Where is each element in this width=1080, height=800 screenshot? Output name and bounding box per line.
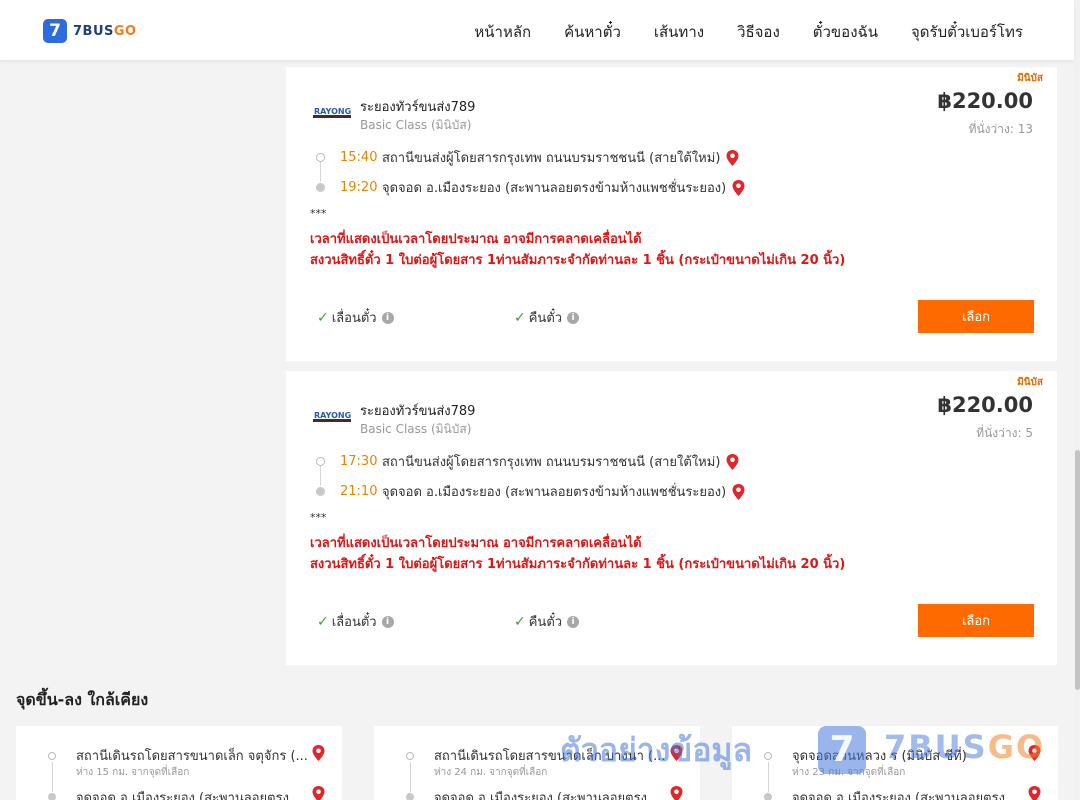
location-pin-icon[interactable] [726, 453, 739, 470]
nearby-to: จุดจอด อ.เมืองระยอง (สะพานลอยตรง... [434, 791, 660, 800]
feature-label: คืนตั๋ว [528, 311, 563, 326]
feature-refund: ✓ คืนตั๋ว i [514, 307, 580, 328]
departure-time: 17:30 [340, 454, 378, 469]
feature-refund: ✓ คืนตั๋ว i [514, 611, 580, 632]
arrival-dot-icon [316, 487, 325, 496]
nav-my-tickets[interactable]: ตั๋วของฉัน [813, 20, 878, 44]
arrival-place: จุดจอด อ.เมืองระยอง (สะพานลอยตรงข้ามห้าง… [382, 181, 727, 196]
feature-reschedule: ✓ เลื่อนตั๋ว i [317, 611, 394, 632]
location-pin-icon[interactable] [312, 786, 325, 800]
note-stars: *** [310, 511, 327, 524]
nav-home[interactable]: หน้าหลัก [474, 20, 531, 44]
check-icon: ✓ [317, 309, 329, 326]
arrival-stop: 19:20 จุดจอด อ.เมืองระยอง (สะพานลอยตรงข้… [316, 177, 745, 198]
available-seats: ที่นั่งว่าง: 5 [976, 426, 1033, 440]
note-time-warning: เวลาที่แสดงเป็นเวลาโดยประมาณ อาจมีการคลา… [310, 232, 642, 247]
check-icon: ✓ [317, 613, 329, 630]
company-logo: RAYONG [313, 107, 351, 118]
location-pin-icon[interactable] [1028, 786, 1041, 800]
class-badge: มินิบัส [1017, 377, 1043, 388]
location-pin-icon[interactable] [670, 786, 683, 800]
nearby-title: จุดขึ้น-ลง ใกล้เคียง [16, 690, 149, 709]
from-dot-icon [406, 752, 414, 760]
check-icon: ✓ [514, 613, 526, 630]
feature-label: คืนตั๋ว [528, 615, 563, 630]
nearby-distance: ห่าง 24 กม. จากจุดที่เลือก [434, 767, 548, 778]
check-icon: ✓ [514, 309, 526, 326]
departure-place: สถานีขนส่งผู้โดยสารกรุงเทพ ถนนบรมราชชนนี… [382, 455, 721, 470]
page-scrollbar[interactable] [1074, 0, 1080, 800]
class-badge: มินิบัส [1017, 73, 1043, 84]
brand-logo[interactable]: 7 7BUSGO [43, 19, 137, 43]
nearby-to: จุดจอด อ.เมืองระยอง (สะพานลอยตรง... [792, 791, 1018, 800]
departure-place: สถานีขนส่งผู้โดยสารกรุงเทพ ถนนบรมราชชนนี… [382, 151, 721, 166]
nav-how-to-book[interactable]: วิธีจอง [737, 20, 780, 44]
svg-text:RAYONG: RAYONG [314, 411, 351, 420]
info-icon[interactable]: i [381, 311, 394, 324]
ticket-price: ฿220.00 [937, 89, 1033, 113]
watermark-brand: 7BUSGO [884, 728, 1046, 766]
note-stars: *** [310, 207, 327, 220]
bus-class: Basic Class (มินิบัส) [360, 422, 472, 436]
arrival-place: จุดจอด อ.เมืองระยอง (สะพานลอยตรงข้ามห้าง… [382, 485, 727, 500]
route-line [768, 762, 769, 792]
from-dot-icon [48, 752, 56, 760]
company-name: ระยองทัวร์ขนส่ง789 [360, 100, 476, 115]
note-luggage-policy: สงวนสิทธิ์ตั๋ว 1 ใบต่อผู้โดยสาร 1ท่านสัม… [310, 557, 846, 572]
top-header: 7 7BUSGO หน้าหลัก ค้นหาตั๋ว เส้นทาง วิธี… [0, 0, 1074, 60]
watermark-logo-icon: 7 [818, 726, 866, 774]
location-pin-icon[interactable] [732, 179, 745, 196]
arrival-time: 21:10 [340, 484, 378, 499]
trip-card: มินิบัส RAYONG ระยองทัวร์ขนส่ง789 Basic … [286, 371, 1057, 665]
feature-label: เลื่อนตั๋ว [331, 311, 377, 326]
departure-stop: 15:40 สถานีขนส่งผู้โดยสารกรุงเทพ ถนนบรมร… [316, 147, 739, 168]
svg-text:RAYONG: RAYONG [314, 107, 351, 116]
ticket-price: ฿220.00 [937, 393, 1033, 417]
nav-routes[interactable]: เส้นทาง [654, 20, 704, 44]
main-nav: หน้าหลัก ค้นหาตั๋ว เส้นทาง วิธีจอง ตั๋วข… [441, 20, 1023, 44]
location-pin-icon[interactable] [732, 483, 745, 500]
feature-label: เลื่อนตั๋ว [331, 615, 377, 630]
nearby-from: สถานีเดินรถโดยสารขนาดเล็ก จตุจักร (... [76, 749, 308, 764]
available-seats: ที่นั่งว่าง: 13 [968, 122, 1033, 136]
select-trip-button[interactable]: เลือก [918, 604, 1034, 637]
note-luggage-policy: สงวนสิทธิ์ตั๋ว 1 ใบต่อผู้โดยสาร 1ท่านสัม… [310, 253, 846, 268]
departure-time: 15:40 [340, 150, 378, 165]
nav-pickup-points[interactable]: จุดรับตั๋วเบอร์โทร [911, 20, 1023, 44]
company-name: ระยองทัวร์ขนส่ง789 [360, 404, 476, 419]
trip-card: มินิบัส RAYONG ระยองทัวร์ขนส่ง789 Basic … [286, 67, 1057, 361]
select-trip-button[interactable]: เลือก [918, 300, 1034, 333]
scrollbar-thumb[interactable] [1075, 450, 1080, 690]
feature-reschedule: ✓ เลื่อนตั๋ว i [317, 307, 394, 328]
info-icon[interactable]: i [567, 311, 580, 324]
to-dot-icon [406, 793, 414, 800]
departure-dot-icon [316, 153, 325, 162]
from-dot-icon [764, 752, 772, 760]
company-logo: RAYONG [313, 411, 351, 422]
nearby-stop-card[interactable]: สถานีเดินรถโดยสารขนาดเล็ก จตุจักร (... ห… [16, 726, 342, 800]
sample-data-watermark: ตัวอย่างข้อมูล [560, 731, 753, 769]
location-pin-icon[interactable] [726, 149, 739, 166]
logo-badge-icon: 7 [43, 19, 67, 43]
note-time-warning: เวลาที่แสดงเป็นเวลาโดยประมาณ อาจมีการคลา… [310, 536, 642, 551]
arrival-time: 19:20 [340, 180, 378, 195]
info-icon[interactable]: i [381, 615, 394, 628]
nearby-distance: ห่าง 15 กม. จากจุดที่เลือก [76, 767, 190, 778]
info-icon[interactable]: i [567, 615, 580, 628]
arrival-stop: 21:10 จุดจอด อ.เมืองระยอง (สะพานลอยตรงข้… [316, 481, 745, 502]
route-line [52, 762, 53, 792]
to-dot-icon [764, 793, 772, 800]
location-pin-icon[interactable] [312, 745, 325, 761]
arrival-dot-icon [316, 183, 325, 192]
route-line [410, 762, 411, 792]
logo-text: 7BUSGO [73, 23, 137, 39]
departure-stop: 17:30 สถานีขนส่งผู้โดยสารกรุงเทพ ถนนบรมร… [316, 451, 739, 472]
bus-class: Basic Class (มินิบัส) [360, 118, 472, 132]
nearby-to: จุดจอด อ.เมืองระยอง (สะพานลอยตรง... [76, 791, 302, 800]
nav-search-tickets[interactable]: ค้นหาตั๋ว [564, 20, 621, 44]
departure-dot-icon [316, 457, 325, 466]
to-dot-icon [48, 793, 56, 800]
